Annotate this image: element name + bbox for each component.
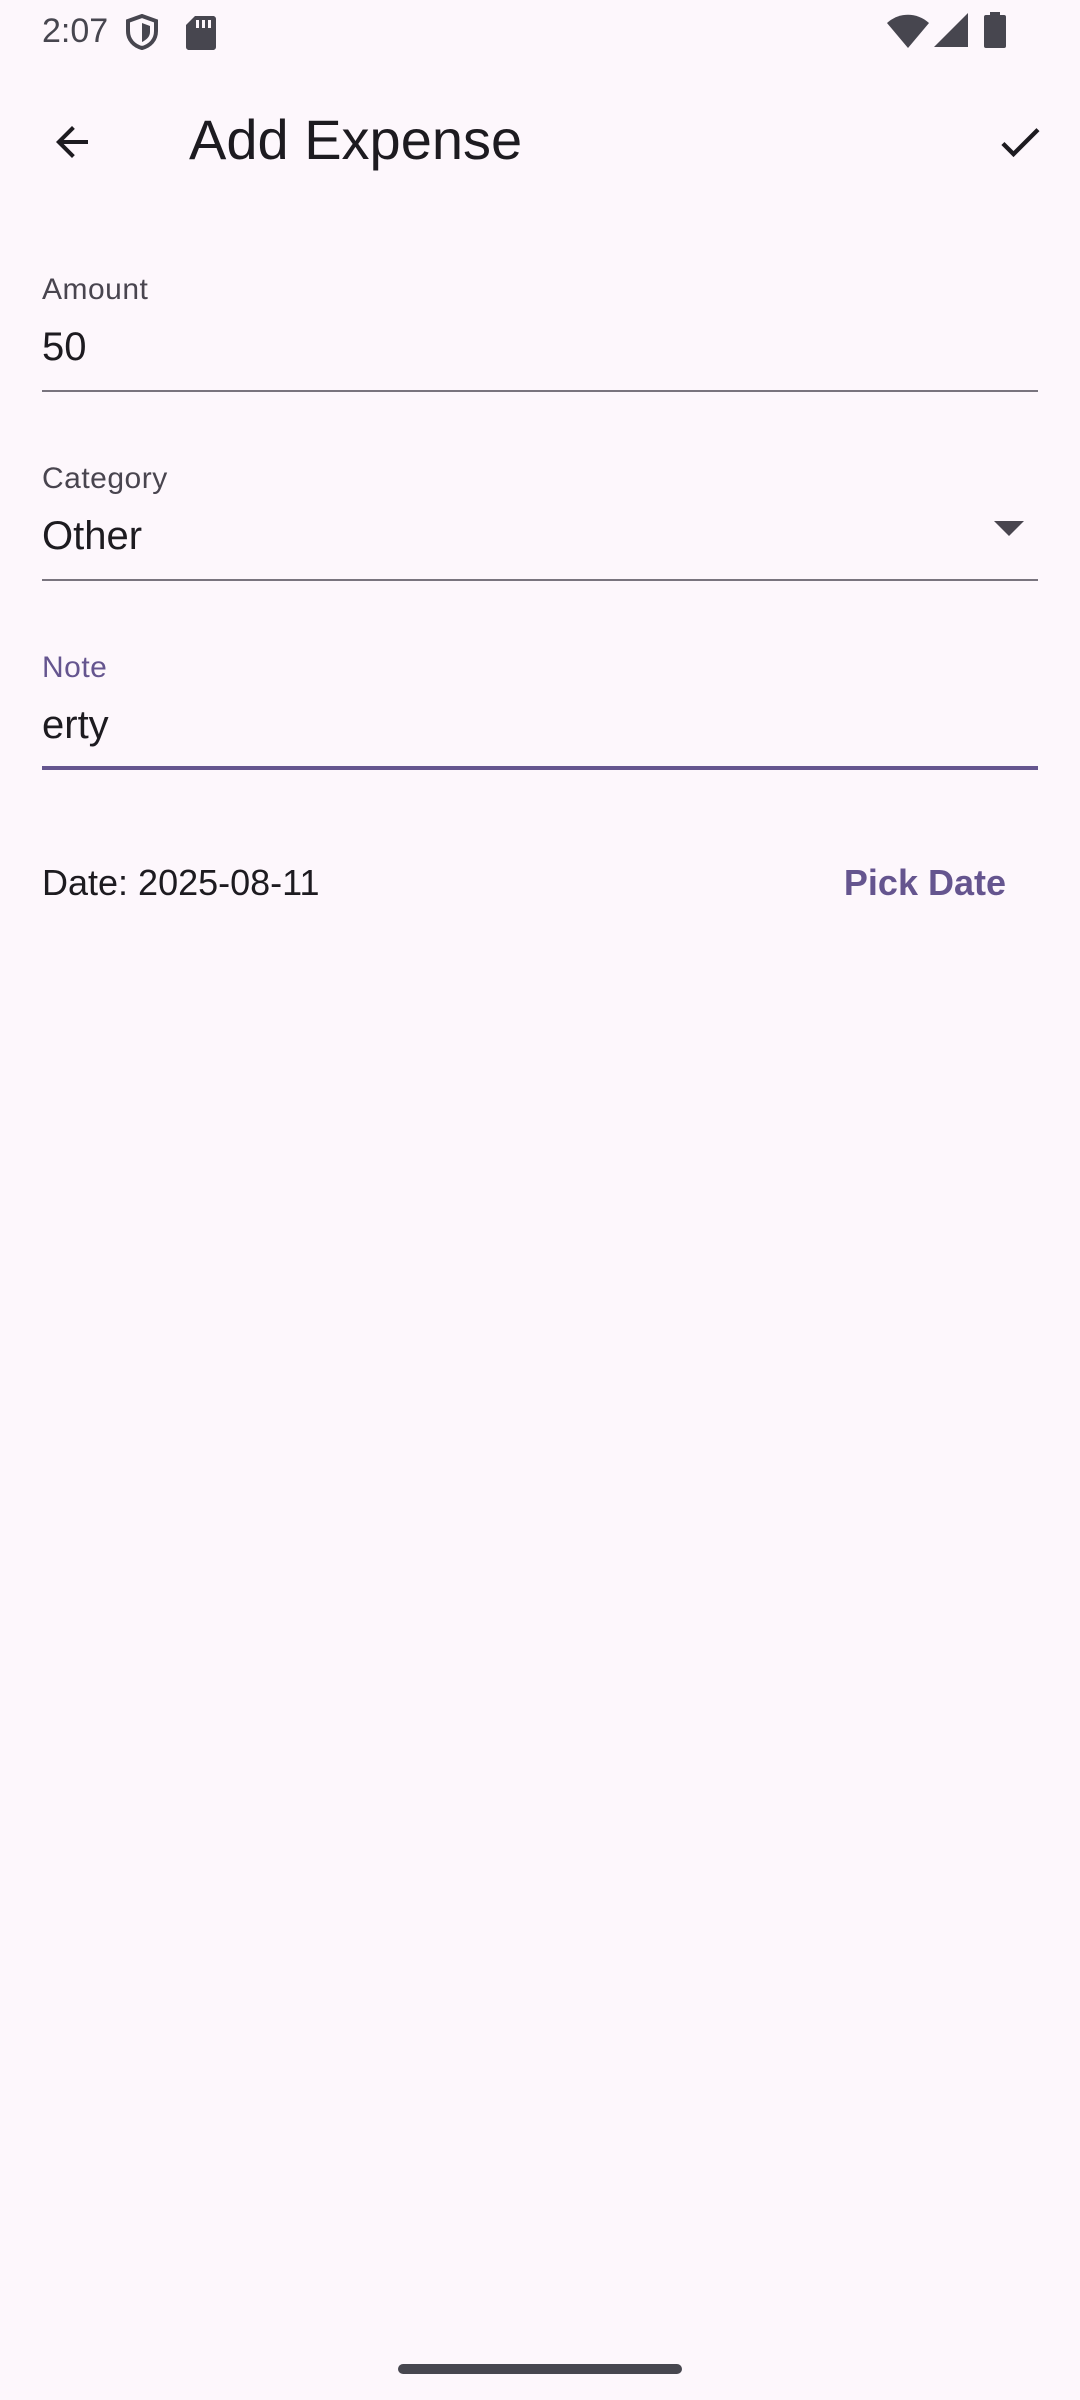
check-icon (1001, 128, 1040, 158)
category-label: Category (42, 462, 168, 495)
arrow-back-icon (56, 126, 88, 158)
signal-icon (934, 13, 968, 47)
category-underline (42, 579, 1038, 581)
note-input[interactable] (42, 700, 1002, 750)
note-field[interactable]: Note (42, 650, 1038, 770)
gesture-nav-handle[interactable] (398, 2364, 682, 2374)
page-title: Add Expense (189, 108, 523, 171)
wifi-icon (887, 14, 929, 48)
sd-card-icon (186, 16, 216, 50)
amount-input[interactable] (42, 322, 1002, 372)
date-text: Date: 2025-08-11 (42, 862, 320, 903)
amount-underline (42, 390, 1038, 392)
shield-icon (126, 14, 158, 50)
back-button[interactable] (30, 100, 114, 184)
status-time: 2:07 (42, 12, 109, 50)
category-selected-value: Other (42, 514, 143, 558)
status-bar: 2:07 (0, 0, 1080, 62)
dropdown-arrow-icon (994, 521, 1024, 536)
battery-icon (984, 12, 1006, 48)
app-bar: Add Expense (0, 62, 1080, 210)
save-button[interactable] (978, 100, 1062, 184)
category-dropdown[interactable]: Category Other (42, 461, 1038, 581)
amount-label: Amount (42, 273, 149, 306)
note-underline (42, 766, 1038, 770)
note-label: Note (42, 651, 108, 684)
date-row: Date: 2025-08-11 Pick Date (42, 848, 1038, 918)
pick-date-button[interactable]: Pick Date (840, 856, 1010, 910)
amount-field[interactable]: Amount (42, 272, 1038, 392)
